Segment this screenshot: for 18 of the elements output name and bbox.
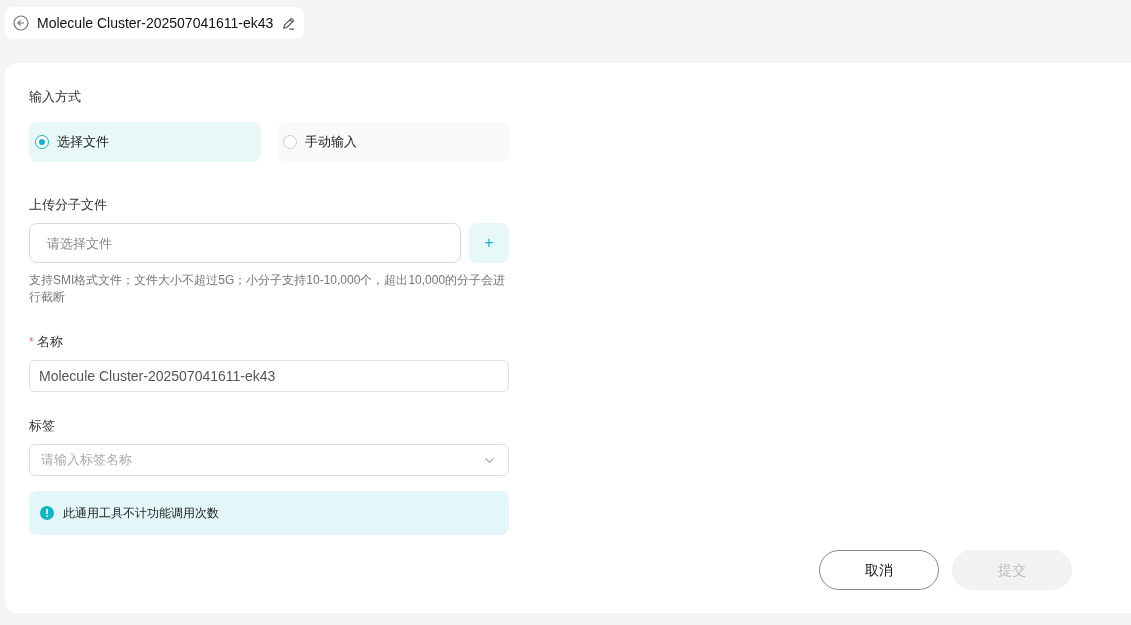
back-icon[interactable] bbox=[13, 15, 29, 31]
upload-hint: 支持SMI格式文件；文件大小不超过5G；小分子支持10-10,000个，超出10,000的分子会进行截断 bbox=[29, 272, 507, 306]
file-field[interactable]: 请选择文件 bbox=[29, 223, 461, 263]
radio-icon bbox=[283, 134, 297, 149]
required-mark: * bbox=[29, 333, 34, 351]
notice-text: 此通用工具不计功能调用次数 bbox=[63, 505, 219, 522]
field-label: 上传分子文件 bbox=[29, 195, 108, 214]
radio-option[interactable]: 选择文件 bbox=[29, 121, 261, 162]
info-icon bbox=[40, 506, 54, 520]
page-title: Molecule Cluster-202507041611-ek43 bbox=[37, 13, 274, 33]
radio-option[interactable]: 手动输入 bbox=[277, 121, 509, 162]
field-label: 标签 bbox=[29, 416, 56, 435]
edit-icon[interactable] bbox=[281, 15, 297, 31]
field-label: 输入方式 bbox=[29, 88, 82, 106]
field-label: 名称 bbox=[36, 333, 63, 351]
radio-icon bbox=[35, 134, 49, 149]
cancel-button[interactable]: 取消 bbox=[819, 550, 939, 590]
name-field[interactable]: Molecule Cluster-202507041611-ek43 bbox=[29, 359, 509, 392]
